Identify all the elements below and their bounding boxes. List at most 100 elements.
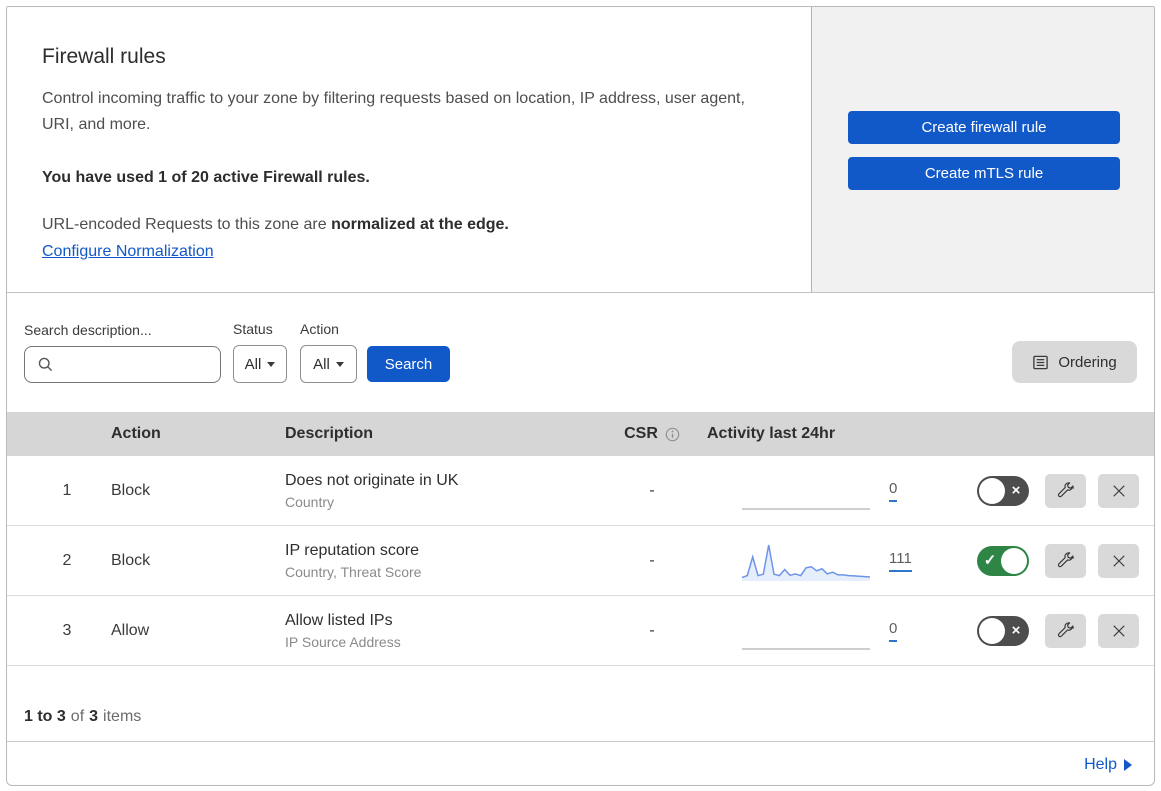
pagination-of: of	[70, 708, 85, 725]
chevron-down-icon	[267, 361, 276, 367]
rule-action: Allow	[111, 621, 150, 639]
action-filter-value: All	[313, 355, 330, 373]
rule-fields: IP Source Address	[285, 633, 401, 650]
normalization-bold-text: normalized at the edge.	[331, 215, 509, 233]
activity-sparkline	[741, 539, 871, 583]
help-link[interactable]: Help	[1084, 756, 1132, 774]
help-row: Help	[7, 741, 1154, 785]
filter-bar: Search description... Status All Action …	[7, 293, 1154, 412]
pagination-summary: 1 to 3 of 3 items	[7, 666, 1154, 741]
table-header: Action Description CSR Activity last 24h…	[7, 412, 1154, 456]
rule-controls: ×	[935, 473, 1154, 508]
rule-action: Block	[111, 481, 151, 499]
toggle-knob	[1001, 547, 1027, 574]
status-filter-value: All	[244, 355, 262, 373]
chevron-down-icon	[335, 361, 344, 367]
status-filter-label: Status	[233, 321, 273, 337]
table-row: 3 Allow Allow listed IPs IP Source Addre…	[7, 596, 1154, 666]
activity-count-link[interactable]: 0	[889, 620, 898, 642]
action-filter-select[interactable]: All	[300, 345, 357, 383]
csr-header-label: CSR	[624, 425, 658, 442]
usage-summary: You have used 1 of 20 active Firewall ru…	[42, 168, 370, 186]
rule-enabled-toggle[interactable]: ×	[977, 615, 1029, 646]
rule-description-cell: Does not originate in UK Country	[277, 472, 597, 510]
close-icon	[1110, 552, 1128, 570]
create-mtls-rule-button[interactable]: Create mTLS rule	[848, 157, 1120, 190]
rule-enabled-toggle[interactable]: ✓	[977, 545, 1029, 576]
ordering-icon	[1032, 354, 1049, 371]
table-header-csr: CSR	[597, 425, 707, 443]
normalization-text: URL-encoded Requests to this zone are	[42, 215, 332, 233]
status-filter-group: Status All	[221, 321, 287, 383]
table-row: 1 Block Does not originate in UK Country…	[7, 456, 1154, 526]
table-header-action: Action	[111, 425, 161, 442]
edit-rule-button[interactable]	[1045, 613, 1086, 648]
edit-rule-button[interactable]	[1045, 543, 1086, 578]
ordering-button[interactable]: Ordering	[1012, 341, 1137, 383]
action-filter-group: Action All	[287, 321, 357, 383]
rule-enabled-toggle[interactable]: ×	[977, 475, 1029, 506]
ordering-label: Ordering	[1058, 353, 1117, 371]
wrench-icon	[1056, 551, 1075, 570]
normalization-note: URL-encoded Requests to this zone are no…	[42, 216, 771, 234]
create-firewall-rule-button[interactable]: Create firewall rule	[848, 111, 1120, 144]
rule-controls: ×	[935, 613, 1154, 648]
toggle-knob	[979, 617, 1005, 644]
delete-rule-button[interactable]	[1098, 543, 1139, 578]
csr-value: -	[649, 481, 655, 499]
search-button[interactable]: Search	[367, 346, 450, 382]
table-header-description: Description	[285, 425, 374, 442]
help-label: Help	[1084, 756, 1117, 773]
rule-fields: Country, Threat Score	[285, 563, 422, 580]
close-icon	[1110, 482, 1128, 500]
search-input[interactable]	[62, 356, 243, 373]
close-icon	[1110, 622, 1128, 640]
toggle-knob	[979, 477, 1005, 504]
csr-value: -	[649, 621, 655, 639]
search-icon	[37, 356, 54, 373]
pagination-range: 1 to 3	[24, 708, 66, 725]
activity-sparkline	[741, 609, 871, 653]
activity-cell: 0	[707, 609, 935, 653]
toggle-state-icon: ×	[1011, 622, 1021, 639]
delete-rule-button[interactable]	[1098, 473, 1139, 508]
firewall-rules-page: Firewall rules Control incoming traffic …	[6, 6, 1155, 786]
configure-normalization-link[interactable]: Configure Normalization	[42, 243, 214, 261]
edit-rule-button[interactable]	[1045, 473, 1086, 508]
rule-description-cell: Allow listed IPs IP Source Address	[277, 612, 597, 650]
delete-rule-button[interactable]	[1098, 613, 1139, 648]
rule-description: Allow listed IPs	[285, 611, 393, 629]
rule-controls: ✓	[935, 543, 1154, 578]
page-header-section: Firewall rules Control incoming traffic …	[7, 7, 1154, 293]
wrench-icon	[1056, 481, 1075, 500]
activity-count-link[interactable]: 0	[889, 480, 898, 502]
page-description: Control incoming traffic to your zone by…	[42, 90, 745, 133]
toggle-state-icon: ✓	[983, 552, 997, 569]
search-description-label: Search description...	[24, 322, 152, 338]
activity-count-link[interactable]: 111	[889, 550, 912, 572]
rule-fields: Country	[285, 493, 335, 510]
help-arrow-icon	[1124, 759, 1132, 771]
actions-panel: Create firewall rule Create mTLS rule	[811, 7, 1154, 292]
action-filter-label: Action	[300, 321, 339, 337]
rule-description-cell: IP reputation score Country, Threat Scor…	[277, 542, 597, 580]
toggle-state-icon: ×	[1011, 482, 1021, 499]
rule-priority: 1	[62, 481, 72, 499]
rule-description: Does not originate in UK	[285, 471, 459, 489]
page-title: Firewall rules	[42, 45, 166, 68]
rule-priority: 3	[62, 621, 72, 639]
csr-value: -	[649, 551, 655, 569]
rule-description: IP reputation score	[285, 541, 420, 559]
status-filter-select[interactable]: All	[233, 345, 287, 383]
intro-card: Firewall rules Control incoming traffic …	[7, 7, 811, 292]
table-header-activity: Activity last 24hr	[707, 425, 836, 442]
info-icon	[665, 427, 680, 442]
pagination-total: 3	[89, 708, 99, 725]
wrench-icon	[1056, 621, 1075, 640]
search-group: Search description...	[24, 322, 243, 383]
rule-action: Block	[111, 551, 151, 569]
search-box	[24, 346, 243, 383]
activity-sparkline	[741, 469, 871, 513]
activity-cell: 111	[707, 539, 935, 583]
activity-cell: 0	[707, 469, 935, 513]
